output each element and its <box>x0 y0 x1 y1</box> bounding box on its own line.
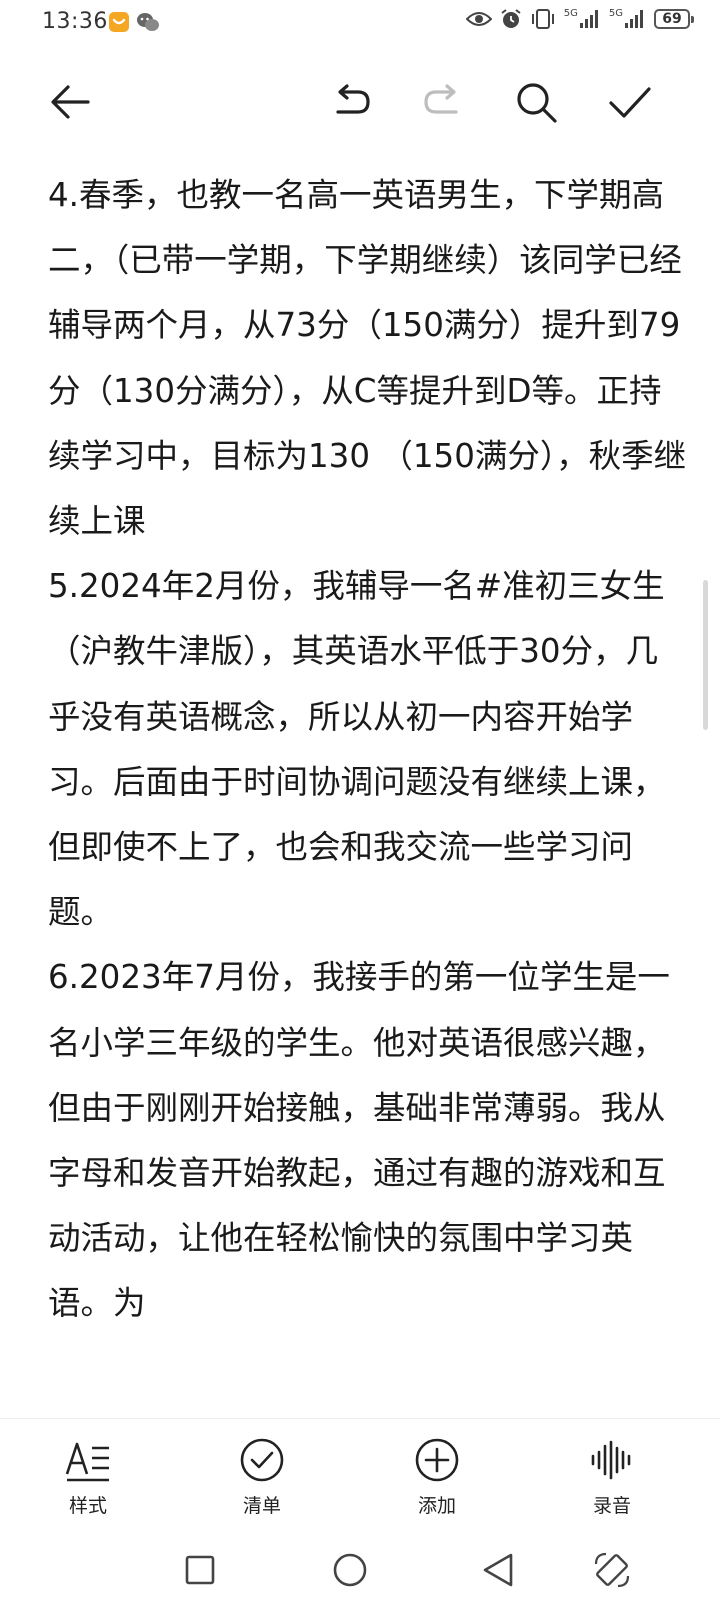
system-nav-bar <box>0 1528 720 1612</box>
redo-button[interactable] <box>412 72 472 132</box>
note-paragraph-5[interactable]: 5.2024年2月份，我辅导一名#准初三女生（沪教牛津版），其英语水平低于30分… <box>48 554 688 945</box>
note-paragraph-4[interactable]: 4.春季，也教一名高一英语男生，下学期高二，（已带一学期，下学期继续）该同学已经… <box>48 163 688 554</box>
square-icon <box>185 1555 215 1585</box>
redo-icon <box>424 84 458 114</box>
bottom-toolbar: 样式 清单 添加 录音 <box>0 1418 720 1529</box>
triangle-back-icon <box>483 1553 513 1587</box>
record-label: 录音 <box>592 1495 631 1517</box>
app-notification-icon <box>109 12 129 32</box>
checklist-icon <box>240 1438 284 1482</box>
status-bar: 13:36 5G 5G 69 <box>0 0 720 46</box>
vibrate-icon <box>531 9 554 29</box>
confirm-button[interactable] <box>600 72 660 132</box>
home-button[interactable] <box>328 1548 372 1592</box>
status-time: 13:36 <box>42 9 108 34</box>
rotate-screen-button[interactable] <box>590 1548 634 1592</box>
recents-button[interactable] <box>178 1548 222 1592</box>
eye-icon <box>465 12 492 26</box>
scrollbar-thumb[interactable] <box>703 580 708 730</box>
note-paragraph-6[interactable]: 6.2023年7月份，我接手的第一位学生是一名小学三年级的学生。他对英语很感兴趣… <box>48 945 688 1336</box>
circle-icon <box>333 1553 367 1587</box>
wechat-icon <box>137 13 159 31</box>
signal-1: 5G <box>564 9 601 29</box>
search-button[interactable] <box>506 72 566 132</box>
signal-bars-icon <box>625 10 643 28</box>
style-button[interactable]: 样式 <box>28 1437 148 1518</box>
alarm-icon <box>501 9 521 28</box>
style-label: 样式 <box>68 1495 107 1517</box>
back-button[interactable] <box>40 72 100 132</box>
checklist-button[interactable]: 清单 <box>202 1437 322 1518</box>
battery-level: 69 <box>662 11 682 27</box>
undo-button[interactable] <box>322 72 382 132</box>
rotate-screen-icon <box>594 1552 630 1588</box>
add-button[interactable]: 添加 <box>377 1437 497 1518</box>
checklist-label: 清单 <box>242 1495 281 1517</box>
undo-icon <box>336 84 370 114</box>
record-button[interactable]: 录音 <box>552 1437 672 1518</box>
audio-waveform-icon <box>591 1440 631 1480</box>
signal-2: 5G <box>609 9 646 29</box>
add-icon <box>415 1438 459 1482</box>
battery-icon: 69 <box>654 9 694 29</box>
text-style-icon <box>65 1442 109 1482</box>
note-editor[interactable]: 4.春季，也教一名高一英语男生，下学期高二，（已带一学期，下学期继续）该同学已经… <box>48 163 688 1410</box>
editor-toolbar <box>0 60 720 146</box>
search-icon <box>517 83 557 123</box>
network-type-1: 5G <box>563 8 578 19</box>
screen: 13:36 5G 5G 69 4.春季，也教一名高一英语男生，下学期高二，（已带… <box>0 0 720 1612</box>
status-icons: 5G 5G 69 <box>465 8 694 30</box>
signal-bars-icon <box>579 10 598 28</box>
checkmark-icon <box>609 87 651 118</box>
back-arrow-icon <box>51 85 90 119</box>
back-nav-button[interactable] <box>476 1548 520 1592</box>
add-label: 添加 <box>417 1495 456 1517</box>
network-type-2: 5G <box>608 8 623 19</box>
